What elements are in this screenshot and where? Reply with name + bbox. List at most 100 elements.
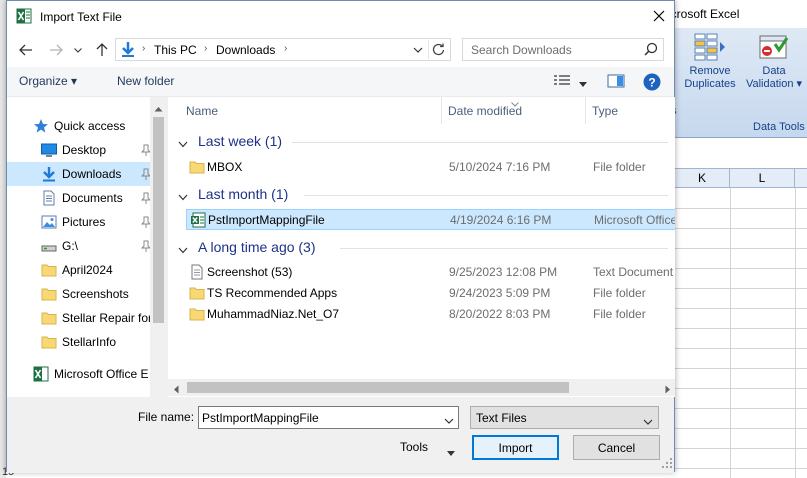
navigation-pane: Quick access Desktop Downloads Documents…	[7, 97, 167, 397]
excel-icon	[190, 212, 206, 231]
preview-pane-icon	[607, 74, 625, 88]
nav-item-label: Quick access	[54, 119, 126, 133]
import-button[interactable]: Import	[472, 435, 559, 460]
forward-button[interactable]	[45, 39, 67, 61]
back-button[interactable]	[15, 39, 37, 61]
column-header-date-modified[interactable]: Date modified	[448, 104, 522, 118]
nav-item-stellarinfo[interactable]: StellarInfo	[7, 330, 155, 354]
nav-item-pictures[interactable]: Pictures	[7, 210, 155, 234]
chevron-down-icon	[643, 414, 653, 428]
search-icon[interactable]	[644, 42, 658, 59]
tools-button[interactable]: Tools	[400, 440, 428, 454]
file-row[interactable]: TS Recommended Apps 9/24/2023 5:09 PM Fi…	[186, 283, 675, 304]
file-name-label: File name:	[138, 410, 195, 424]
column-header-k[interactable]: K	[675, 169, 730, 188]
chevron-down-icon[interactable]	[444, 413, 454, 427]
file-row[interactable]: MuhammadNiaz.Net_O7 8/20/2022 8:03 PM Fi…	[186, 304, 675, 325]
folder-icon	[189, 306, 205, 325]
nav-item-microsoft-office[interactable]: Microsoft Office E	[7, 362, 155, 386]
data-validation-icon	[759, 35, 789, 59]
search-input[interactable]	[463, 39, 638, 60]
import-text-file-dialog: Import Text File › This PC › Downloads ›	[6, 0, 675, 473]
nav-item-screenshots[interactable]: Screenshots	[7, 282, 155, 306]
nav-item-downloads[interactable]: Downloads	[7, 162, 155, 186]
group-divider	[304, 195, 668, 196]
chevron-down-icon[interactable]	[178, 243, 188, 257]
file-type: Microsoft Office	[594, 213, 675, 227]
help-button[interactable]: ?	[643, 73, 661, 94]
grid-line	[730, 188, 731, 478]
grid-line	[675, 428, 807, 429]
chevron-down-icon[interactable]	[178, 137, 188, 151]
column-header-type[interactable]: Type	[592, 104, 618, 118]
new-folder-button[interactable]: New folder	[117, 74, 174, 88]
caret-down-icon[interactable]	[447, 445, 455, 459]
file-date-modified: 9/24/2023 5:09 PM	[449, 286, 551, 300]
svg-text:?: ?	[648, 76, 655, 90]
file-type-select[interactable]: Text Files	[470, 406, 659, 429]
recent-locations-button[interactable]	[72, 39, 84, 61]
nav-item-stellar-repair[interactable]: Stellar Repair for	[7, 306, 155, 330]
column-divider[interactable]	[585, 97, 586, 124]
scrollbar-thumb[interactable]	[153, 117, 164, 323]
file-list-horizontal-scrollbar[interactable]	[167, 379, 675, 396]
nav-item-desktop[interactable]: Desktop	[7, 138, 155, 162]
column-header-name[interactable]: Name	[186, 104, 218, 118]
nav-item-label: Desktop	[62, 143, 107, 157]
breadcrumb-separator[interactable]: ›	[284, 43, 287, 54]
data-validation-label-1: Data	[762, 65, 786, 77]
change-view-button[interactable]	[553, 74, 571, 91]
scroll-right-icon[interactable]	[665, 383, 671, 397]
nav-item-april2024[interactable]: April2024	[7, 258, 155, 282]
dialog-title: Import Text File	[40, 10, 122, 24]
nav-item-quick-access[interactable]: Quick access	[7, 114, 155, 138]
file-row[interactable]: MBOX 5/10/2024 7:16 PM File folder	[186, 157, 675, 178]
view-options-dropdown[interactable]	[579, 76, 587, 90]
data-validation-button[interactable]: Data Validation ▾	[743, 32, 805, 132]
nav-item-documents[interactable]: Documents	[7, 186, 155, 210]
resize-grip-icon[interactable]	[662, 457, 672, 471]
nav-pane-scrollbar[interactable]	[150, 97, 167, 397]
chevron-down-icon	[74, 47, 82, 53]
file-type: Text Document	[593, 265, 674, 279]
group-header-last-month[interactable]: Last month (1)	[178, 184, 668, 206]
file-name-input[interactable]	[199, 407, 435, 428]
remove-duplicates-button[interactable]: Remove Duplicates	[679, 32, 741, 132]
file-row[interactable]: Screenshot (53) 9/25/2023 12:08 PM Text …	[186, 262, 675, 283]
arrow-up-icon	[96, 43, 108, 56]
address-history-dropdown[interactable]	[410, 41, 426, 58]
group-label: A long time ago (3)	[198, 239, 316, 255]
breadcrumb-downloads[interactable]: Downloads	[216, 43, 275, 57]
column-header-l[interactable]: L	[730, 169, 795, 188]
address-bar[interactable]: › This PC › Downloads ›	[115, 38, 451, 61]
up-button[interactable]	[91, 39, 113, 61]
group-header-long-time-ago[interactable]: A long time ago (3)	[178, 237, 668, 259]
nav-item-g-drive[interactable]: G:\	[7, 234, 155, 258]
grid-line	[675, 388, 807, 389]
refresh-button[interactable]	[428, 40, 448, 59]
cancel-button[interactable]: Cancel	[573, 435, 660, 460]
close-button[interactable]	[644, 1, 674, 31]
search-box[interactable]	[462, 38, 664, 61]
breadcrumb-separator[interactable]: ›	[204, 43, 207, 54]
download-arrow-icon	[120, 41, 136, 61]
group-header-last-week[interactable]: Last week (1)	[178, 131, 668, 153]
breadcrumb-separator[interactable]: ›	[142, 43, 145, 54]
file-row-selected[interactable]: PstImportMappingFile 4/19/2024 6:16 PM M…	[186, 209, 675, 230]
folder-icon	[41, 286, 57, 305]
remove-duplicates-icon	[694, 33, 725, 61]
chevron-down-icon	[413, 47, 423, 53]
column-divider[interactable]	[441, 97, 442, 124]
preview-pane-button[interactable]	[607, 74, 625, 91]
arrow-left-icon	[19, 44, 32, 56]
scroll-left-icon[interactable]	[173, 383, 179, 397]
scroll-up-icon[interactable]	[154, 101, 163, 115]
excel-icon	[33, 366, 49, 385]
close-icon	[653, 10, 665, 22]
chevron-down-icon[interactable]	[178, 190, 188, 204]
breadcrumb-this-pc[interactable]: This PC	[154, 43, 197, 57]
organize-button[interactable]: Organize ▾	[19, 74, 77, 88]
scrollbar-thumb[interactable]	[187, 382, 569, 393]
file-name-combobox[interactable]	[198, 406, 459, 429]
title-bar[interactable]: Import Text File	[7, 1, 674, 33]
